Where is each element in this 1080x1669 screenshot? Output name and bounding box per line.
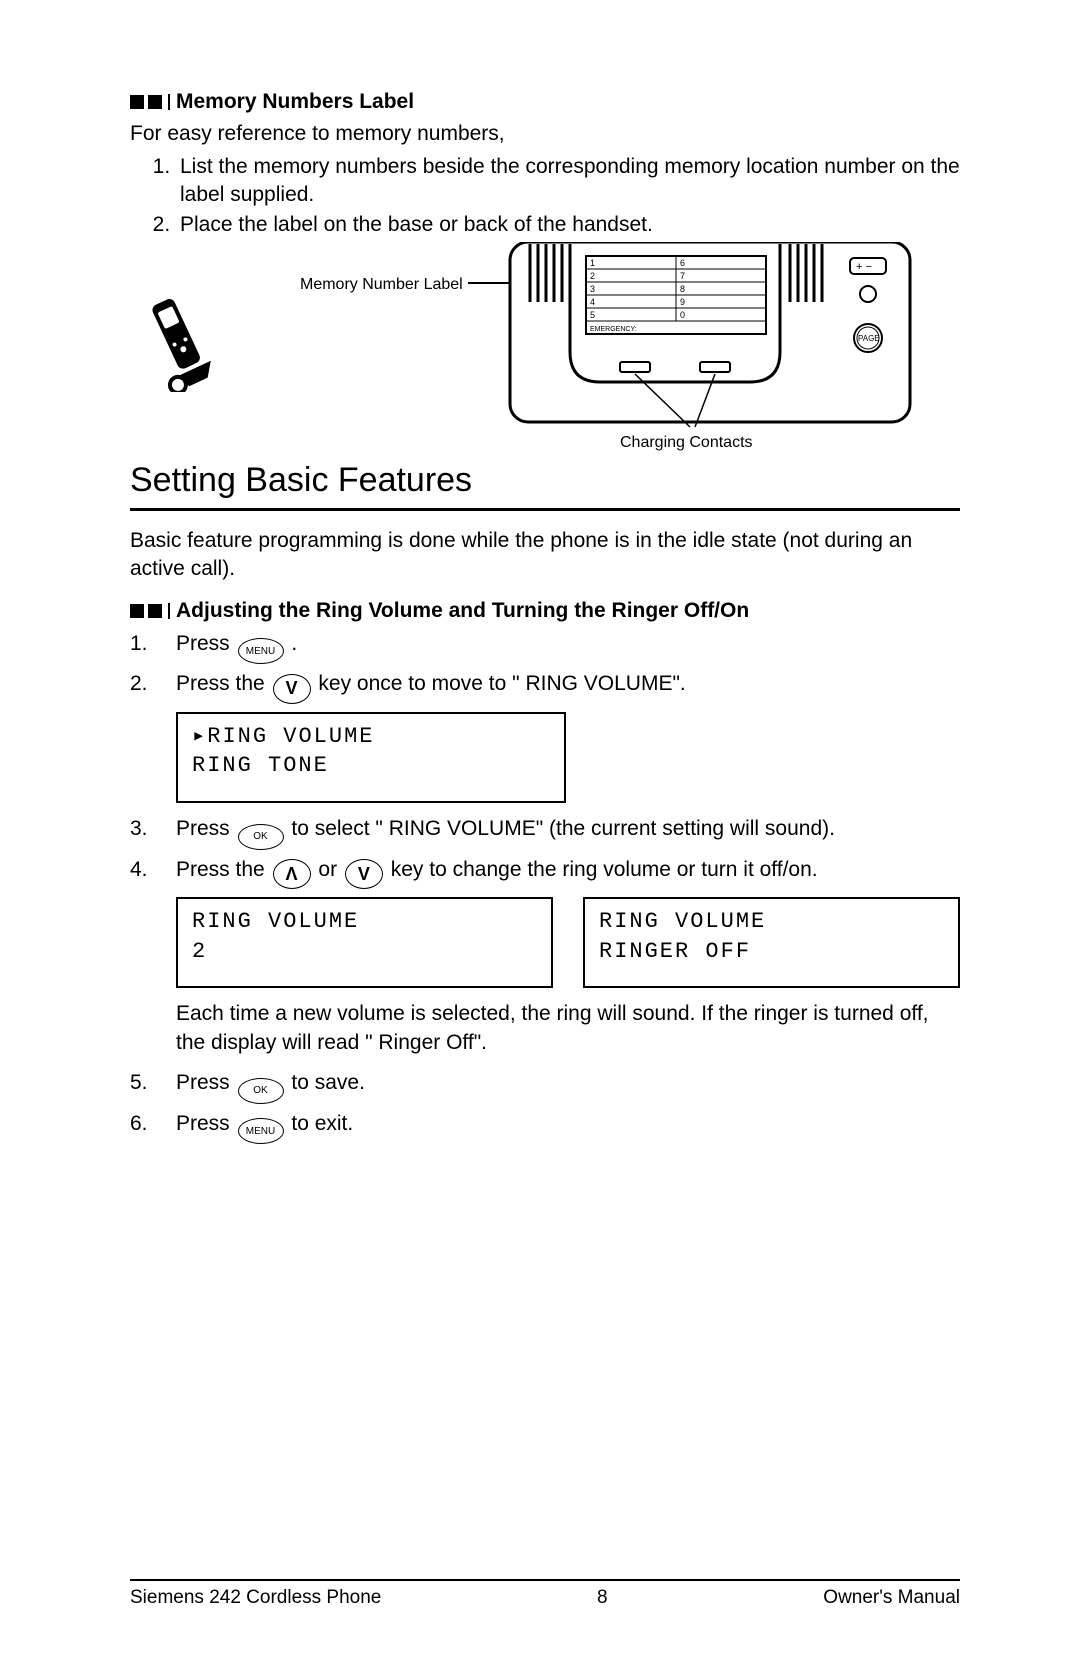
svg-text:3: 3: [590, 284, 595, 294]
svg-text:2: 2: [590, 271, 595, 281]
footer-right: Owner's Manual: [823, 1587, 960, 1609]
handset-icon: [140, 292, 220, 392]
up-key-icon: Λ: [273, 859, 311, 889]
down-key-icon: V: [273, 674, 311, 704]
lcd-display-1: ▸RING VOLUME RING TONE: [176, 712, 566, 803]
figure-base-diagram: Memory Number Label: [130, 252, 960, 452]
section-rule: [130, 508, 960, 511]
svg-text:7: 7: [680, 271, 685, 281]
subheading-memory-label: Memory Numbers Label: [130, 88, 960, 116]
memory-label-steps: List the memory numbers beside the corre…: [130, 153, 960, 240]
intro-text: For easy reference to memory numbers,: [130, 120, 960, 148]
svg-text:PAGE: PAGE: [858, 334, 880, 343]
svg-text:5: 5: [590, 310, 595, 320]
svg-text:0: 0: [680, 310, 685, 320]
note-paragraph: Each time a new volume is selected, the …: [176, 1000, 960, 1057]
step-2: 2. Press the V key once to move to " RIN…: [130, 670, 960, 703]
step-5: 5. Press OK to save.: [130, 1069, 960, 1104]
step-1: 1. Press MENU .: [130, 630, 960, 665]
down-key-icon: V: [345, 859, 383, 889]
step-3: 3. Press OK to select " RING VOLUME" (th…: [130, 815, 960, 850]
subheading-ring-volume: Adjusting the Ring Volume and Turning th…: [130, 597, 960, 625]
base-unit-diagram: 1 2 3 4 5 6 7 8 9 0 EMERGENCY: + −: [490, 242, 930, 452]
ok-key-icon: OK: [238, 824, 284, 850]
svg-text:+ −: + −: [856, 261, 872, 273]
svg-text:9: 9: [680, 297, 685, 307]
list-item: Place the label on the base or back of t…: [176, 211, 960, 239]
list-item: List the memory numbers beside the corre…: [176, 153, 960, 210]
menu-key-icon: MENU: [238, 638, 284, 664]
svg-text:EMERGENCY:: EMERGENCY:: [590, 326, 637, 333]
step-4: 4. Press the Λ or V key to change the ri…: [130, 856, 960, 889]
svg-text:6: 6: [680, 258, 685, 268]
ok-key-icon: OK: [238, 1078, 284, 1104]
svg-text:8: 8: [680, 284, 685, 294]
paragraph: Basic feature programming is done while …: [130, 527, 960, 584]
footer-left: Siemens 242 Cordless Phone: [130, 1587, 381, 1609]
page-footer: Siemens 242 Cordless Phone 8 Owner's Man…: [130, 1577, 960, 1609]
figure-label-charging: Charging Contacts: [620, 432, 753, 454]
lcd-display-2a: RING VOLUME 2: [176, 897, 553, 988]
figure-label-memory: Memory Number Label: [300, 274, 463, 296]
footer-page-number: 8: [597, 1587, 608, 1609]
section-heading-basic-features: Setting Basic Features: [130, 458, 960, 504]
lcd-display-2b: RING VOLUME RINGER OFF: [583, 897, 960, 988]
step-6: 6. Press MENU to exit.: [130, 1110, 960, 1145]
menu-key-icon: MENU: [238, 1118, 284, 1144]
svg-text:1: 1: [590, 258, 595, 268]
svg-text:4: 4: [590, 297, 595, 307]
